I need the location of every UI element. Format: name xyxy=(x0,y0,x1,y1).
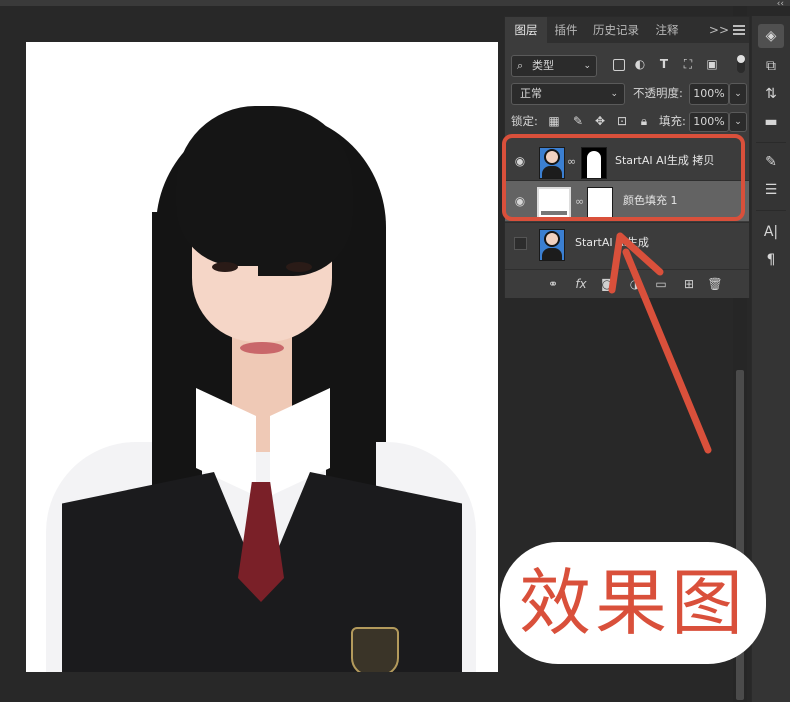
lock-label: 锁定: xyxy=(511,114,538,128)
photo-badge xyxy=(351,627,399,672)
opacity-input[interactable]: 100% xyxy=(689,83,729,105)
collapse-panels-icon[interactable]: ‹‹ xyxy=(777,0,784,9)
double-chevron-right-icon[interactable]: >> xyxy=(709,17,729,43)
fill-label: 填充: xyxy=(659,114,686,128)
adjustments-icon[interactable]: ☰ xyxy=(758,178,784,202)
layer-name: StartAI AI生成 xyxy=(575,236,649,249)
photo-lips xyxy=(240,342,284,354)
opacity-dropdown-icon[interactable]: ⌄ xyxy=(729,83,747,105)
lock-artboard-icon[interactable]: ⊡ xyxy=(615,113,629,129)
caption-bubble: 效果图 xyxy=(502,544,764,662)
new-layer-icon[interactable]: ⊞ xyxy=(681,276,697,292)
caption-text: 效果图 xyxy=(518,561,747,645)
panel-footer: ⚭ fx ◙ ◑ ▭ ⊞ 🗑︎ xyxy=(505,269,749,298)
photo-eye-left xyxy=(212,262,238,272)
fx-icon[interactable]: fx xyxy=(573,276,589,292)
filter-pixel-icon[interactable] xyxy=(613,59,625,71)
filter-smart-object-icon[interactable]: ▣ xyxy=(705,57,719,71)
blend-mode-select[interactable]: 正常 ⌄ xyxy=(511,83,625,105)
highlight-box xyxy=(502,134,745,221)
dock-separator xyxy=(756,142,786,143)
opacity-label: 不透明度: xyxy=(633,86,683,100)
chevron-down-icon: ⌄ xyxy=(583,61,591,71)
chevron-down-icon: ⌄ xyxy=(610,89,618,99)
link-layers-icon[interactable]: ⚭ xyxy=(545,276,561,292)
filter-adjustment-icon[interactable]: ◐ xyxy=(633,57,647,71)
tab-layers[interactable]: 图层 xyxy=(505,17,547,43)
panel-menu-icon[interactable] xyxy=(733,23,745,35)
id-photo-image xyxy=(26,42,498,672)
lock-all-icon[interactable]: 🔒︎ xyxy=(637,113,651,129)
comments-icon[interactable]: ▬ xyxy=(758,110,784,134)
character-icon[interactable]: A| xyxy=(758,220,784,244)
dock-separator xyxy=(756,210,786,211)
trash-icon[interactable]: 🗑︎ xyxy=(707,276,723,292)
filter-type-label: 类型 xyxy=(532,59,554,72)
fill-input[interactable]: 100% xyxy=(689,112,729,132)
lock-move-icon[interactable]: ✥ xyxy=(593,113,607,129)
filter-shape-icon[interactable]: ⛶ xyxy=(681,57,695,71)
adjustment-layer-icon[interactable]: ◑ xyxy=(627,276,643,292)
tab-history[interactable]: 历史记录 xyxy=(585,17,647,43)
add-mask-icon[interactable]: ◙ xyxy=(599,276,615,292)
eye-hidden-icon[interactable] xyxy=(514,237,527,250)
layer-filter-select[interactable]: ⌕ 类型 ⌄ xyxy=(511,55,597,77)
tab-notes[interactable]: 注释 xyxy=(647,17,687,43)
folder-icon[interactable]: ▭ xyxy=(653,276,669,292)
photo-hair-fringe-right xyxy=(258,106,353,276)
layers-panel-icon[interactable]: ◈ xyxy=(758,24,784,48)
history-icon[interactable]: ⇅ xyxy=(758,82,784,106)
paragraph-icon[interactable]: ¶ xyxy=(758,248,784,272)
plugins-icon[interactable]: ⧉ xyxy=(758,54,784,78)
lock-transparency-icon[interactable]: ▦ xyxy=(547,113,561,129)
photo-eye-right xyxy=(286,262,312,272)
filter-toggle[interactable] xyxy=(737,55,745,73)
lock-brush-icon[interactable]: ✎ xyxy=(571,113,585,129)
tab-plugins[interactable]: 插件 xyxy=(547,17,585,43)
panel-tabs: 图层 插件 历史记录 注释 >> xyxy=(505,17,749,43)
blend-mode-value: 正常 xyxy=(520,87,542,100)
search-icon: ⌕ xyxy=(517,59,524,72)
layer-thumbnail xyxy=(539,229,565,261)
brush-settings-icon[interactable]: ✎ xyxy=(758,150,784,174)
layer-row-original[interactable]: StartAI AI生成 xyxy=(505,223,749,263)
filter-text-icon[interactable]: T xyxy=(657,57,671,71)
photo-hair-fringe-left xyxy=(176,106,271,266)
fill-dropdown-icon[interactable]: ⌄ xyxy=(729,112,747,132)
